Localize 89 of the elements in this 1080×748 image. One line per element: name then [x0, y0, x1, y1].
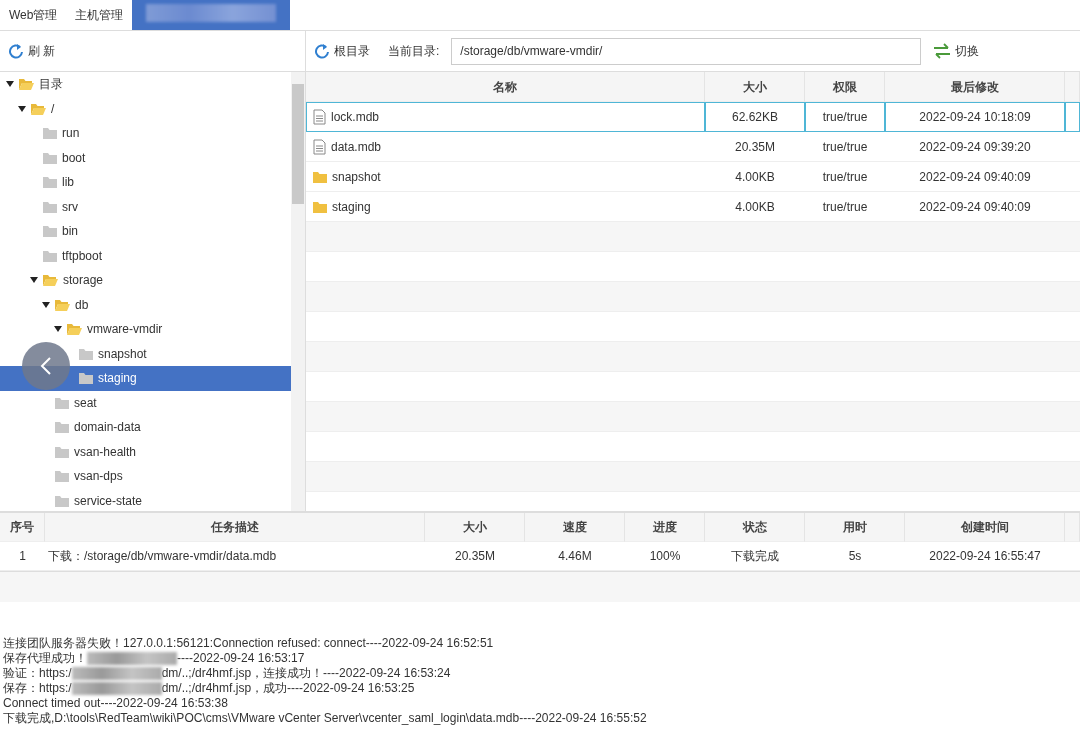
table-cell: 62.62KB: [705, 102, 805, 132]
table-cell: 20.35M: [705, 132, 805, 162]
log-line: 保存代理成功！: [3, 651, 87, 666]
tree-item[interactable]: service-state: [0, 488, 291, 511]
table-cell: 1: [0, 542, 45, 571]
refresh-icon: [314, 43, 330, 59]
tab[interactable]: 主机管理: [66, 0, 133, 30]
path-label: 当前目录:: [388, 43, 440, 60]
open-folder-icon: [18, 76, 35, 93]
back-button[interactable]: [22, 342, 70, 390]
column-header[interactable]: 任务描述: [45, 513, 425, 542]
expand-arrow-icon: [30, 277, 38, 284]
table-cell: 2022-09-24 10:18:09: [885, 102, 1065, 132]
path-field[interactable]: /storage/db/vmware-vmdir/: [451, 37, 922, 65]
log-line: 下载完成,D:\tools\RedTeam\wiki\POC\cms\VMware vCenter Server\vcenter_saml_login\data.mdb----2022-09-24 16:55:52: [3, 711, 647, 726]
scrollbar[interactable]: [291, 72, 305, 511]
column-header[interactable]: 速度: [525, 513, 625, 542]
tree-item[interactable]: srv: [0, 194, 291, 219]
column-header[interactable]: 创建时间: [905, 513, 1065, 542]
table-cell: true/true: [805, 102, 885, 132]
folder-icon: [54, 419, 70, 436]
expand-arrow-icon: [54, 326, 62, 333]
expand-arrow-icon: [6, 81, 14, 88]
file-name[interactable]: data.mdb: [306, 132, 705, 162]
folder-icon: [78, 370, 94, 387]
refresh-icon: [8, 43, 24, 59]
table-cell: 4.46M: [525, 542, 625, 571]
expand-arrow-icon: [18, 105, 26, 112]
log-line: 连接团队服务器失败！127.0.0.1:56121:Connection refused: connect----2022-09-24 16:52:51: [3, 636, 494, 651]
tree-item[interactable]: /: [0, 96, 291, 121]
table-cell: true/true: [805, 162, 885, 192]
table-cell: true/true: [805, 132, 885, 162]
log-line: 保存：https:/: [3, 681, 72, 696]
tree-item[interactable]: db: [0, 292, 291, 317]
open-folder-icon: [66, 321, 83, 338]
table-cell: 下载完成: [705, 542, 805, 571]
tree-item[interactable]: domain-data: [0, 415, 291, 440]
swap-arrows-icon: [933, 42, 952, 60]
table-cell: 2022-09-24 09:39:20: [885, 132, 1065, 162]
tree-item[interactable]: 目录: [0, 72, 291, 97]
tree-item[interactable]: seat: [0, 390, 291, 415]
column-header[interactable]: 序号: [0, 513, 45, 542]
table-cell: [1065, 102, 1080, 132]
chevron-left-icon: [40, 356, 52, 376]
root-button[interactable]: 根目录: [314, 42, 370, 60]
tree-item[interactable]: snapshot: [0, 341, 291, 366]
tree-item[interactable]: boot: [0, 145, 291, 170]
log-line: 验证：https:/: [3, 666, 72, 681]
column-header[interactable]: 大小: [425, 513, 525, 542]
column-header[interactable]: 最后修改: [885, 72, 1065, 102]
tree-item[interactable]: tftpboot: [0, 243, 291, 268]
tree-item[interactable]: run: [0, 121, 291, 146]
tab[interactable]: Web管理: [0, 0, 67, 30]
tree-item[interactable]: storage: [0, 268, 291, 293]
table-cell: 20.35M: [425, 542, 525, 571]
log-line: dm/..;/dr4hmf.jsp，成功----2022-09-24 16:53:25: [161, 681, 415, 696]
log-line: ----2022-09-24 16:53:17: [177, 651, 305, 666]
open-folder-icon: [42, 272, 59, 289]
folder-icon: [42, 125, 58, 142]
tree-item[interactable]: lib: [0, 170, 291, 195]
tree-item[interactable]: vmware-vmdir: [0, 317, 291, 342]
table-cell: 4.00KB: [705, 162, 805, 192]
file-name[interactable]: snapshot: [306, 162, 705, 192]
tree-item[interactable]: bin: [0, 219, 291, 244]
table-cell: 下载：/storage/db/vmware-vmdir/data.mdb: [45, 542, 425, 571]
column-header[interactable]: 状态: [705, 513, 805, 542]
column-header[interactable]: 大小: [705, 72, 805, 102]
table-cell: 100%: [625, 542, 705, 571]
table-cell: 2022-09-24 16:55:47: [905, 542, 1065, 571]
file-name[interactable]: lock.mdb: [306, 102, 705, 132]
column-header[interactable]: 权限: [805, 72, 885, 102]
folder-icon: [42, 223, 58, 240]
log-line: Connect timed out----2022-09-24 16:53:38: [3, 696, 228, 711]
tree-item[interactable]: vsan-health: [0, 439, 291, 464]
switch-button[interactable]: 切换: [933, 42, 980, 60]
column-header[interactable]: 用时: [805, 513, 905, 542]
tree-item[interactable]: vsan-dps: [0, 464, 291, 489]
refresh-button[interactable]: 刷 新: [8, 42, 56, 60]
log-line: dm/..;/dr4hmf.jsp，连接成功！----2022-09-24 16:53:24: [161, 666, 451, 681]
column-header[interactable]: 进度: [625, 513, 705, 542]
file-icon: [312, 138, 327, 155]
column-header[interactable]: 名称: [306, 72, 705, 102]
tab[interactable]: [132, 0, 291, 30]
table-cell: 5s: [805, 542, 905, 571]
file-icon: [312, 108, 327, 125]
folder-icon: [54, 468, 70, 485]
expand-arrow-icon: [42, 301, 50, 308]
folder-icon: [42, 174, 58, 191]
table-cell: 2022-09-24 09:40:09: [885, 162, 1065, 192]
